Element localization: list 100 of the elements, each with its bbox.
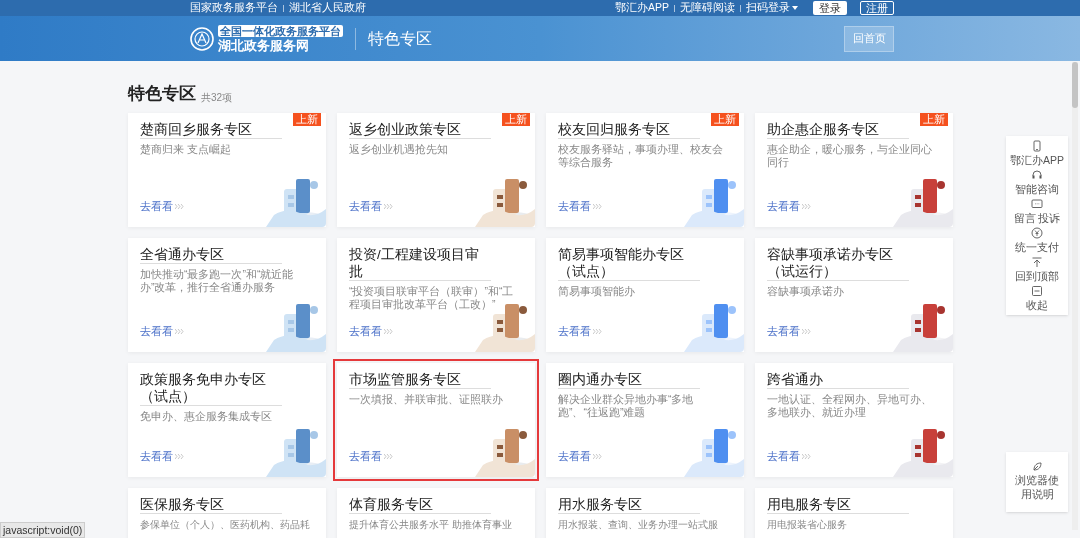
- card-title: 楚商回乡服务专区: [140, 120, 282, 139]
- scan-login-link[interactable]: 扫码登录: [746, 0, 798, 16]
- top-link[interactable]: 湖北省人民政府: [289, 0, 366, 16]
- top-link[interactable]: 国家政务服务平台: [190, 0, 278, 16]
- card-title: 体育服务专区: [349, 495, 491, 514]
- service-card[interactable]: 跨省通办 一地认证、全程网办、异地可办、多地联办、就近办理 去看看: [755, 362, 953, 477]
- top-link[interactable]: 无障碍阅读: [680, 0, 735, 16]
- service-card[interactable]: 楚商回乡服务专区 楚商归来 支点崛起 去看看 上新: [128, 112, 326, 227]
- view-link[interactable]: 去看看: [349, 448, 393, 465]
- chevrons-icon: [593, 204, 602, 210]
- card-title: 圈内通办专区: [558, 370, 700, 389]
- chevrons-icon: [384, 204, 393, 210]
- card-title: 政策服务免申办专区（试点）: [140, 370, 282, 406]
- emblem-icon: [190, 26, 214, 51]
- view-link[interactable]: 去看看: [558, 198, 602, 215]
- card-title: 返乡创业政策专区: [349, 120, 491, 139]
- view-link[interactable]: 去看看: [558, 448, 602, 465]
- side-panel-item[interactable]: 回到顶部: [1015, 256, 1059, 282]
- chevrons-icon: [802, 329, 811, 335]
- service-card[interactable]: 体育服务专区 提升体育公共服务水平 助推体育事业: [337, 487, 535, 538]
- status-tooltip: javascript:void(0): [0, 522, 86, 538]
- new-badge: 上新: [920, 112, 948, 126]
- service-card[interactable]: 用水服务专区 用水报装、查询、业务办理一站式服: [546, 487, 744, 538]
- service-card[interactable]: 医保服务专区 参保单位（个人）、医药机构、药品耗: [128, 487, 326, 538]
- card-title: 助企惠企服务专区: [767, 120, 909, 139]
- card-description: 免申办、惠企服务集成专区: [140, 409, 273, 424]
- phone-icon: [1031, 140, 1043, 152]
- service-card[interactable]: 助企惠企服务专区 惠企助企，暖心服务，与企业同心同行 去看看 上新: [755, 112, 953, 227]
- card-title: 全省通办专区: [140, 245, 282, 264]
- card-title: 容缺事项承诺办专区（试运行）: [767, 245, 909, 281]
- view-link[interactable]: 去看看: [558, 323, 602, 340]
- help-panel[interactable]: 浏览器使用说明: [1006, 452, 1068, 512]
- card-description: 提升体育公共服务水平 助推体育事业: [349, 517, 513, 532]
- card-description: 返乡创业机遇抢先知: [349, 142, 449, 157]
- card-description: 简易事项智能办: [558, 284, 636, 299]
- new-badge: 上新: [502, 112, 530, 126]
- card-description: 用电报装省心服务: [767, 517, 848, 532]
- chevrons-icon: [593, 454, 602, 460]
- chevrons-icon: [802, 454, 811, 460]
- view-link[interactable]: 去看看: [349, 198, 393, 215]
- service-card[interactable]: 用电服务专区 用电报装省心服务: [755, 487, 953, 538]
- card-description: 容缺事项承诺办: [767, 284, 845, 299]
- card-description: 一次填报、并联审批、证照联办: [349, 392, 504, 407]
- side-panel-item[interactable]: 统一支付: [1015, 227, 1059, 253]
- new-badge: 上新: [711, 112, 739, 126]
- view-link[interactable]: 去看看: [349, 323, 393, 340]
- card-description: 解决企业群众异地办事“多地跑”、“往返跑”难题: [558, 392, 695, 419]
- view-link[interactable]: 去看看: [140, 198, 184, 215]
- chevrons-icon: [175, 329, 184, 335]
- card-title: 市场监管服务专区: [349, 370, 491, 389]
- side-panel-item[interactable]: 留言 投诉: [1013, 198, 1061, 224]
- side-panel-item[interactable]: 智能咨询: [1015, 169, 1059, 195]
- service-card[interactable]: 返乡创业政策专区 返乡创业机遇抢先知 去看看 上新: [337, 112, 535, 227]
- card-title: 投资/工程建设项目审批: [349, 245, 491, 281]
- chevrons-icon: [802, 204, 811, 210]
- top-link[interactable]: 鄂汇办APP: [615, 0, 669, 16]
- card-description: 惠企助企，暖心服务，与企业同心同行: [767, 142, 933, 169]
- card-description: 加快推动“最多跑一次”和“就近能办”改革，推行全省通办服务: [140, 267, 295, 294]
- service-card[interactable]: 校友回归服务专区 校友服务驿站，事项办理、校友会等综合服务 去看看 上新: [546, 112, 744, 227]
- card-description: 一地认证、全程网办、异地可办、多地联办、就近办理: [767, 392, 933, 419]
- register-button[interactable]: 注册: [860, 1, 894, 15]
- scrollbar[interactable]: [1072, 62, 1078, 530]
- card-description: 楚商归来 支点崛起: [140, 142, 232, 157]
- page-title: 特色专区: [368, 28, 432, 49]
- side-panel-item[interactable]: 收起: [1026, 285, 1048, 311]
- logo-name: 湖北政务服务网: [218, 39, 310, 53]
- login-button[interactable]: 登录: [813, 1, 847, 15]
- card-title: 用水服务专区: [558, 495, 700, 514]
- logo-tagline: 全国一体化政务服务平台: [218, 24, 343, 38]
- card-description: 校友服务驿站，事项办理、校友会等综合服务: [558, 142, 724, 169]
- minus-icon: [1031, 285, 1043, 297]
- card-title: 用电服务专区: [767, 495, 909, 514]
- chevrons-icon: [175, 204, 184, 210]
- service-card[interactable]: 全省通办专区 加快推动“最多跑一次”和“就近能办”改革，推行全省通办服务 去看看: [128, 237, 326, 352]
- card-title: 简易事项智能办专区（试点）: [558, 245, 700, 281]
- card-description: 用水报装、查询、业务办理一站式服: [558, 517, 719, 532]
- view-link[interactable]: 去看看: [767, 448, 811, 465]
- section-title: 特色专区: [128, 83, 196, 105]
- back-to-top-icon: [1031, 256, 1043, 268]
- headset-icon: [1031, 169, 1043, 181]
- leaf-icon: [1032, 462, 1042, 473]
- service-card[interactable]: 简易事项智能办专区（试点） 简易事项智能办 去看看: [546, 237, 744, 352]
- service-card[interactable]: 投资/工程建设项目审批 “投资项目联审平台（联审）”和“工程项目审批改革平台（工改）” 去看看: [337, 237, 535, 352]
- chat-icon: [1031, 198, 1043, 210]
- card-title: 校友回归服务专区: [558, 120, 700, 139]
- view-link[interactable]: 去看看: [767, 323, 811, 340]
- card-title: 跨省通办: [767, 370, 909, 389]
- card-title: 医保服务专区: [140, 495, 282, 514]
- service-card[interactable]: 政策服务免申办专区（试点） 免申办、惠企服务集成专区 去看看: [128, 362, 326, 477]
- new-badge: 上新: [293, 112, 321, 126]
- view-link[interactable]: 去看看: [140, 323, 184, 340]
- view-link[interactable]: 去看看: [140, 448, 184, 465]
- help-label: 浏览器使用说明: [1015, 474, 1059, 502]
- service-card[interactable]: 容缺事项承诺办专区（试运行） 容缺事项承诺办 去看看: [755, 237, 953, 352]
- yen-icon: [1031, 227, 1043, 239]
- service-card[interactable]: 圈内通办专区 解决企业群众异地办事“多地跑”、“往返跑”难题 去看看: [546, 362, 744, 477]
- view-link[interactable]: 去看看: [767, 198, 811, 215]
- card-description: 参保单位（个人）、医药机构、药品耗: [140, 517, 311, 532]
- side-panel-item[interactable]: 鄂汇办APP: [1010, 140, 1064, 166]
- chevrons-icon: [593, 329, 602, 335]
